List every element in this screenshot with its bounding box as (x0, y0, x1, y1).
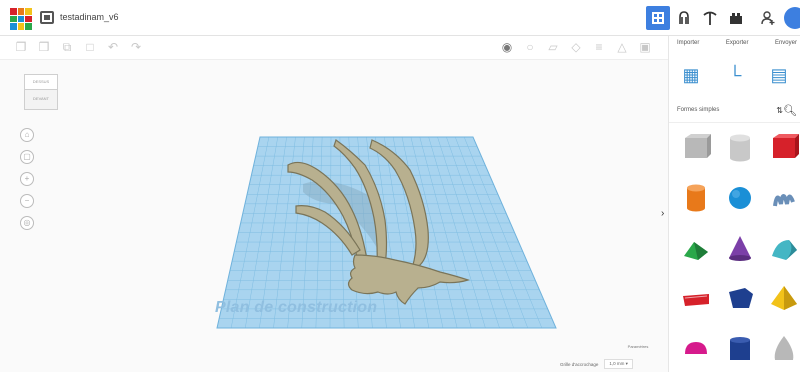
shape-cylinder-striped[interactable] (725, 132, 755, 162)
divider (669, 122, 800, 123)
app-window: testadinam_v6 ❐ ❒ ⧉ □ ↶ ↷ ◉ ○ ▱ ◇ ≡ △ ▣ … (0, 0, 800, 372)
shape-cylinder[interactable] (681, 182, 711, 212)
snap-grid-select[interactable]: 1,0 mm ▾ (604, 359, 633, 369)
cylinder-striped-icon (730, 134, 750, 162)
send-button[interactable]: Envoyer (775, 40, 797, 46)
grid-view-button[interactable] (646, 6, 670, 30)
settings-button[interactable]: Paramètres (608, 344, 668, 349)
add-user-button[interactable] (756, 6, 780, 30)
fit-view-icon[interactable]: ▢ (20, 150, 34, 164)
shape-pyramid[interactable] (769, 282, 799, 312)
sphere-icon (729, 187, 751, 209)
group-icon[interactable]: ▣ (638, 40, 652, 54)
tinkercad-logo[interactable] (10, 8, 32, 30)
user-add-icon (761, 11, 775, 25)
shape-half-sphere[interactable] (681, 332, 711, 362)
header-actions (644, 0, 800, 36)
gripper-icon (679, 11, 689, 24)
shapes-panel: Importer Exporter Envoyer ▦ └ ▤ Formes s… (668, 36, 800, 372)
3d-viewport[interactable]: DESSUS DEVANT ⌂ ▢ + − ◎ Plan de construc… (0, 60, 668, 372)
snap-grid-label: Grille d'accrochage (560, 361, 599, 367)
workplane[interactable] (0, 60, 668, 372)
polygon-icon (729, 288, 753, 308)
avatar[interactable] (784, 7, 800, 29)
grid-view-icon (652, 12, 664, 24)
ruler-icon[interactable]: └ (724, 64, 746, 86)
workplane-label: Plan de construction (215, 299, 378, 316)
shape-paraboloid[interactable] (769, 332, 799, 362)
hexagonal-prism-icon (730, 337, 750, 360)
shape-round-roof[interactable] (769, 232, 799, 262)
copy-icon[interactable]: ❐ (14, 40, 28, 54)
shape-hexagonal-prism[interactable] (725, 332, 755, 362)
snap-grid-value: 1,0 mm (609, 361, 625, 366)
shape-cone[interactable] (725, 232, 755, 262)
panel-tool-icons: ▦ └ ▤ (669, 64, 800, 86)
view-cube-front[interactable]: DEVANT (24, 90, 58, 110)
text-icon (683, 294, 709, 306)
cone-icon (729, 236, 751, 261)
shape-polygon[interactable] (725, 282, 755, 312)
align-icon[interactable]: ≡ (592, 40, 606, 54)
search-icon[interactable]: 🔍︎ (783, 104, 797, 117)
box-striped-icon (685, 134, 711, 158)
half-sphere-icon (685, 342, 707, 354)
paste-icon[interactable]: ❒ (37, 40, 51, 54)
workplane-icon[interactable]: ▦ (680, 64, 702, 86)
shapes-grid (677, 132, 800, 362)
design-title[interactable]: testadinam_v6 (60, 12, 119, 22)
select-arrows-icon: ⇅ (776, 105, 783, 115)
gripper-button[interactable] (672, 6, 696, 30)
shape-box-striped[interactable] (681, 132, 711, 162)
undo-icon[interactable]: ↶ (106, 40, 120, 54)
notes-icon[interactable]: ▤ (768, 64, 790, 86)
delete-icon[interactable]: □ (83, 40, 97, 54)
scribble-icon (773, 194, 795, 207)
view-cube-top[interactable]: DESSUS (24, 74, 58, 90)
panel-actions: Importer Exporter Envoyer (669, 40, 800, 46)
pickaxe-icon (703, 11, 717, 25)
pyramid-icon (771, 286, 797, 310)
duplicate-icon[interactable]: ⧉ (60, 40, 74, 54)
light-icon[interactable]: ○ (523, 40, 537, 54)
cylinder-icon (687, 184, 705, 212)
shape-box[interactable] (769, 132, 799, 162)
top-bar: testadinam_v6 (0, 0, 800, 36)
round-roof-icon (772, 240, 797, 260)
shape-scribble[interactable] (769, 182, 799, 212)
chevron-down-icon: ▾ (625, 361, 628, 366)
perspective-icon[interactable]: ◎ (20, 216, 34, 230)
shape-text[interactable] (681, 282, 711, 312)
bricks-button[interactable] (724, 6, 748, 30)
mirror-icon[interactable]: △ (615, 40, 629, 54)
design-menu-icon[interactable] (40, 11, 54, 24)
shape-roof[interactable] (681, 232, 711, 262)
pickaxe-button[interactable] (698, 6, 722, 30)
import-button[interactable]: Importer (677, 40, 699, 46)
collapse-panel-icon[interactable]: › (661, 208, 664, 219)
roof-icon (684, 242, 708, 260)
snap-grid-control: Grille d'accrochage 1,0 mm ▾ (560, 359, 633, 369)
box-icon (773, 134, 799, 158)
paraboloid-icon (774, 336, 794, 360)
zoom-out-icon[interactable]: − (20, 194, 34, 208)
view-cube[interactable]: DESSUS DEVANT (24, 74, 58, 112)
shape-sphere[interactable] (725, 182, 755, 212)
redo-icon[interactable]: ↷ (129, 40, 143, 54)
view-controls: ⌂ ▢ + − ◎ (20, 128, 34, 238)
edit-toolbar: ❐ ❒ ⧉ □ ↶ ↷ ◉ ○ ▱ ◇ ≡ △ ▣ (0, 36, 668, 60)
export-button[interactable]: Exporter (726, 40, 749, 46)
home-view-icon[interactable]: ⌂ (20, 128, 34, 142)
shape-icon[interactable]: ▱ (546, 40, 560, 54)
bricks-icon (730, 13, 742, 24)
hole-icon[interactable]: ◇ (569, 40, 583, 54)
shape-category-select[interactable]: Formes simples ⇅ 🔍︎ (677, 102, 797, 118)
shape-category-label: Formes simples (677, 107, 720, 113)
camera-icon[interactable]: ◉ (500, 40, 514, 54)
zoom-in-icon[interactable]: + (20, 172, 34, 186)
